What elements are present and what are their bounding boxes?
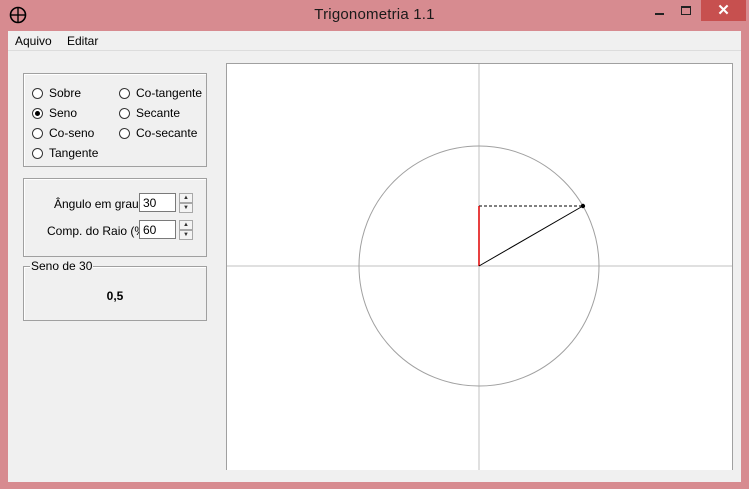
radio-circle-icon xyxy=(32,127,43,139)
radio-circle-icon xyxy=(119,87,130,99)
parameters-group xyxy=(23,178,207,257)
menu-arquivo[interactable]: Aquivo xyxy=(15,34,52,48)
spin-down-icon[interactable]: ▼ xyxy=(179,203,193,213)
radio-circle-icon xyxy=(119,107,130,119)
radio-sobre[interactable]: Sobre xyxy=(32,86,81,100)
close-button[interactable]: ✕ xyxy=(701,0,746,21)
radio-circle-icon xyxy=(119,127,130,139)
radio-label: Secante xyxy=(136,106,181,120)
spin-up-icon[interactable]: ▲ xyxy=(179,220,193,230)
radio-circle-icon xyxy=(32,147,43,159)
radio-seno[interactable]: Seno xyxy=(32,106,77,120)
maximize-icon xyxy=(681,6,691,15)
minimize-icon xyxy=(655,13,664,15)
window-title: Trigonometria 1.1 xyxy=(314,6,435,23)
radio-co-tangente[interactable]: Co-tangente xyxy=(119,86,202,100)
radio-co-seno[interactable]: Co-seno xyxy=(32,126,94,140)
menu-bar: Aquivo Editar xyxy=(8,31,741,51)
result-legend: Seno de 30 xyxy=(30,259,94,273)
radius-spinner[interactable]: ▲ ▼ xyxy=(179,220,193,240)
trig-canvas[interactable] xyxy=(226,63,733,470)
angle-input[interactable]: 30 xyxy=(139,193,176,212)
angle-point xyxy=(580,203,586,209)
bottom-strip xyxy=(8,477,741,482)
spin-up-icon[interactable]: ▲ xyxy=(179,193,193,203)
radio-label: Co-secante xyxy=(136,126,198,140)
radio-label: Tangente xyxy=(49,146,99,160)
radio-co-secante[interactable]: Co-secante xyxy=(119,126,197,140)
radio-secante[interactable]: Secante xyxy=(119,106,180,120)
close-icon: ✕ xyxy=(717,2,730,19)
client-area: Aquivo Editar Sobre Seno Co-seno Tangent… xyxy=(8,31,741,482)
radio-label: Co-seno xyxy=(49,126,95,140)
spin-down-icon[interactable]: ▼ xyxy=(179,230,193,240)
radio-label: Sobre xyxy=(49,86,82,100)
result-value: 0,5 xyxy=(106,289,124,303)
minimize-button[interactable] xyxy=(646,0,673,21)
maximize-button[interactable] xyxy=(673,0,700,21)
radius-line xyxy=(478,205,584,267)
radius-input[interactable]: 60 xyxy=(139,220,176,239)
angle-spinner[interactable]: ▲ ▼ xyxy=(179,193,193,213)
radio-label: Co-tangente xyxy=(136,86,203,100)
angle-label: Ângulo em graus xyxy=(54,197,145,211)
menu-editar[interactable]: Editar xyxy=(67,34,98,48)
radio-tangente[interactable]: Tangente xyxy=(32,146,98,160)
title-bar[interactable]: Trigonometria 1.1 ✕ xyxy=(0,0,749,30)
radius-label: Comp. do Raio (%) xyxy=(47,224,150,238)
radio-checked-icon xyxy=(32,107,43,119)
unit-circle-plot xyxy=(227,64,732,470)
radio-label: Seno xyxy=(49,106,78,120)
radio-circle-icon xyxy=(32,87,43,99)
